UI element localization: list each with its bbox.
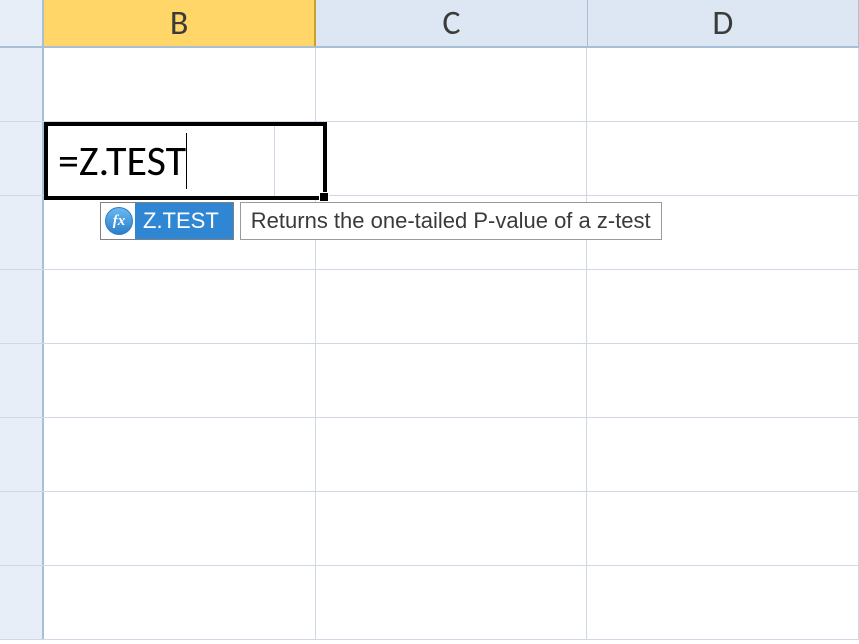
row-header[interactable] — [0, 566, 44, 639]
text-cursor — [186, 133, 187, 189]
formula-autocomplete: fx Z.TEST Returns the one-tailed P-value… — [100, 202, 662, 240]
cell[interactable] — [316, 270, 588, 343]
cell-divider — [274, 126, 275, 196]
cell[interactable] — [316, 566, 588, 639]
cell[interactable] — [316, 122, 588, 195]
column-header-b[interactable]: B — [44, 0, 316, 46]
row — [0, 344, 859, 418]
fx-icon-glyph: fx — [113, 213, 126, 230]
cell[interactable] — [44, 566, 316, 639]
cell[interactable] — [587, 270, 859, 343]
cell[interactable] — [44, 48, 316, 121]
formula-input[interactable]: =Z.TEST — [58, 133, 187, 189]
row-header[interactable] — [0, 344, 44, 417]
row-header[interactable] — [0, 196, 44, 269]
function-name-label: Z.TEST — [135, 203, 233, 239]
column-headers-row: B C D — [0, 0, 859, 48]
cell[interactable] — [587, 344, 859, 417]
spreadsheet-grid: B C D — [0, 0, 859, 644]
cell[interactable] — [587, 418, 859, 491]
cell[interactable] — [587, 492, 859, 565]
row-header[interactable] — [0, 492, 44, 565]
cell[interactable] — [587, 48, 859, 121]
row — [0, 492, 859, 566]
select-all-corner[interactable] — [0, 0, 44, 46]
function-description-tooltip: Returns the one-tailed P-value of a z-te… — [240, 202, 662, 240]
formula-text: =Z.TEST — [58, 136, 186, 187]
column-header-d[interactable]: D — [588, 0, 859, 46]
row — [0, 270, 859, 344]
cell[interactable] — [316, 48, 588, 121]
column-header-c[interactable]: C — [316, 0, 587, 46]
row-header[interactable] — [0, 48, 44, 121]
row-header[interactable] — [0, 270, 44, 343]
cell[interactable] — [316, 344, 588, 417]
cell[interactable] — [44, 418, 316, 491]
cell[interactable] — [587, 122, 859, 195]
active-cell-editor[interactable]: =Z.TEST — [44, 122, 327, 200]
row — [0, 566, 859, 640]
row — [0, 48, 859, 122]
function-suggestion-item[interactable]: fx Z.TEST — [100, 202, 234, 240]
row-header[interactable] — [0, 418, 44, 491]
cell[interactable] — [44, 492, 316, 565]
fx-icon: fx — [105, 207, 133, 235]
cell[interactable] — [316, 492, 588, 565]
fill-handle[interactable] — [319, 192, 329, 202]
cell[interactable] — [316, 418, 588, 491]
cell[interactable] — [44, 344, 316, 417]
row — [0, 418, 859, 492]
row-header[interactable] — [0, 122, 44, 195]
cell[interactable] — [587, 566, 859, 639]
cell[interactable] — [44, 270, 316, 343]
